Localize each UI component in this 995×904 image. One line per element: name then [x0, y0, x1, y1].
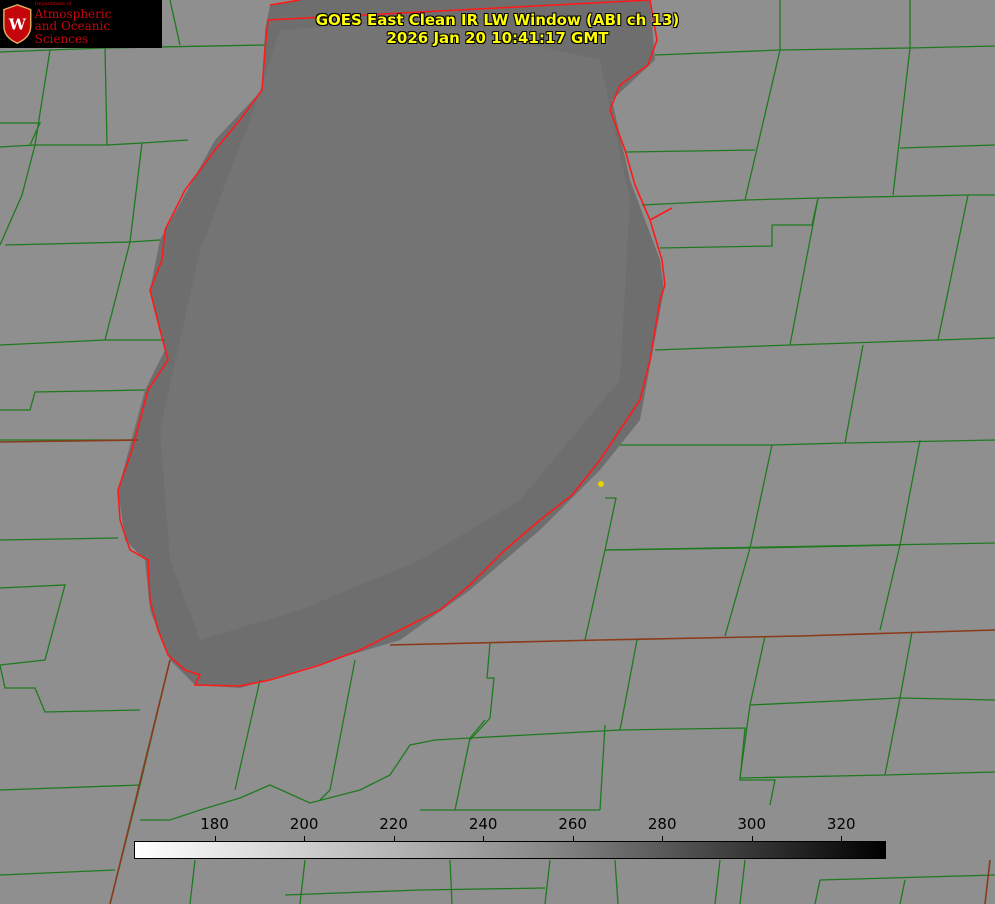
colorbar-tick-label: 320 [826, 815, 856, 833]
colorbar-tick-label: 220 [379, 815, 408, 833]
colorbar-tick-label: 200 [289, 815, 319, 833]
location-marker [598, 481, 604, 487]
satellite-image: W Department of Atmospheric and Oceanic … [0, 0, 995, 904]
image-timestamp: 2026 Jan 20 10:41:17 GMT [386, 29, 609, 47]
colorbar-tick-label: 180 [200, 815, 229, 833]
image-title: GOES East Clean IR LW Window (ABI ch 13) [315, 11, 680, 29]
colorbar-tick-label: 260 [558, 815, 587, 833]
colorbar-tick-label: 280 [647, 815, 677, 833]
colorbar-tick-label: 300 [737, 815, 767, 833]
colorbar-tick-label: 240 [468, 815, 498, 833]
colorbar [134, 841, 886, 859]
map-layer [0, 0, 995, 904]
